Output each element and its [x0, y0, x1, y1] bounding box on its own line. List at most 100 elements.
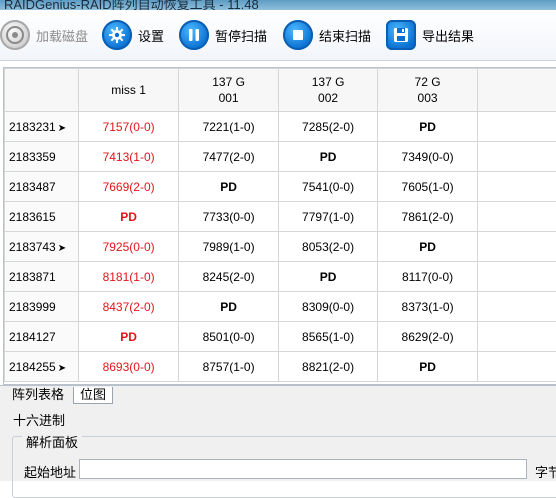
array-table: miss 1 137 G001 137 G002 72 G003 2183231…: [4, 68, 556, 382]
grid-cell[interactable]: 7989(1-0): [179, 232, 278, 262]
table-row[interactable]: 21834877669(2-0)PD7541(0-0)7605(1-0): [5, 172, 556, 202]
column-header[interactable]: 137 G002: [278, 69, 377, 112]
row-header[interactable]: 2183231➤: [5, 112, 79, 142]
grid-cell[interactable]: 8757(1-0): [179, 352, 278, 382]
column-header[interactable]: miss 1: [78, 69, 178, 112]
grid-cell[interactable]: 8821(2-0): [278, 352, 377, 382]
row-header[interactable]: 2183615: [5, 202, 79, 232]
bytes-label: 字节: [535, 462, 556, 481]
table-row[interactable]: 2183743➤7925(0-0)7989(1-0)8053(2-0)PD: [5, 232, 556, 262]
grid-cell[interactable]: 8181(1-0): [78, 262, 178, 292]
grid-cell[interactable]: 8373(1-0): [378, 292, 477, 322]
corner-header: [5, 69, 79, 112]
table-row[interactable]: 21838718181(1-0)8245(2-0)PD8117(0-0): [5, 262, 556, 292]
toolbar: 加载磁盘 设置 暂停扫描 结束扫描 导出结果: [0, 10, 556, 61]
window-titlebar: RAIDGenius-RAID阵列自动恢复工具 - 11.48: [0, 0, 556, 10]
load-disk-label: 加载磁盘: [36, 26, 88, 45]
grid-cell[interactable]: 8117(0-0): [378, 262, 477, 292]
grid-cell[interactable]: 8309(0-0): [278, 292, 377, 322]
row-marker-icon: ➤: [58, 123, 66, 134]
empty-cell: [477, 202, 556, 232]
start-address-input[interactable]: [79, 459, 527, 479]
empty-cell: [477, 262, 556, 292]
table-row[interactable]: 2183231➤7157(0-0)7221(1-0)7285(2-0)PD: [5, 112, 556, 142]
floppy-save-icon: [386, 20, 416, 50]
hex-panel: 十六进制 解析面板 起始地址 字节: [0, 404, 556, 481]
grid-cell[interactable]: PD: [278, 262, 377, 292]
settings-label: 设置: [138, 26, 164, 45]
grid-cell[interactable]: 7349(0-0): [378, 142, 477, 172]
grid-cell[interactable]: PD: [278, 142, 377, 172]
parse-panel-title: 解析面板: [22, 432, 82, 451]
empty-cell: [477, 172, 556, 202]
grid-cell[interactable]: 7925(0-0): [78, 232, 178, 262]
grid-cell[interactable]: 8565(1-0): [278, 322, 377, 352]
grid-cell[interactable]: 7477(2-0): [179, 142, 278, 172]
column-header[interactable]: 137 G001: [179, 69, 278, 112]
table-row[interactable]: 2184255➤8693(0-0)8757(1-0)8821(2-0)PD: [5, 352, 556, 382]
pause-icon: [179, 20, 209, 50]
view-tabs: 阵列表格 位图: [0, 385, 556, 404]
grid-cell[interactable]: 7413(1-0): [78, 142, 178, 172]
row-header[interactable]: 2184127: [5, 322, 79, 352]
row-marker-icon: ➤: [58, 363, 66, 374]
grid-cell[interactable]: 7541(0-0): [278, 172, 377, 202]
tab-array-table[interactable]: 阵列表格: [6, 387, 70, 403]
gear-icon: [102, 20, 132, 50]
grid-cell[interactable]: PD: [78, 202, 178, 232]
load-disk-button[interactable]: 加载磁盘: [0, 19, 88, 51]
header-row: miss 1 137 G001 137 G002 72 G003: [5, 69, 556, 112]
grid-cell[interactable]: PD: [78, 322, 178, 352]
empty-header: [477, 69, 556, 112]
empty-cell: [477, 112, 556, 142]
grid-cell[interactable]: PD: [378, 352, 477, 382]
empty-cell: [477, 292, 556, 322]
grid-cell[interactable]: 8437(2-0): [78, 292, 178, 322]
stop-scan-label: 结束扫描: [319, 26, 371, 45]
row-header[interactable]: 2183999: [5, 292, 79, 322]
start-address-label: 起始地址: [24, 462, 76, 481]
tab-bitmap[interactable]: 位图: [73, 387, 113, 404]
empty-cell: [477, 142, 556, 172]
row-header[interactable]: 2183871: [5, 262, 79, 292]
grid-cell[interactable]: 8053(2-0): [278, 232, 377, 262]
grid-cell[interactable]: PD: [378, 232, 477, 262]
empty-cell: [477, 352, 556, 382]
settings-button[interactable]: 设置: [102, 19, 164, 51]
grid-cell[interactable]: 8629(2-0): [378, 322, 477, 352]
window-title: RAIDGenius-RAID阵列自动恢复工具 - 11.48: [4, 0, 259, 10]
grid-cell[interactable]: 8693(0-0): [78, 352, 178, 382]
grid-cell[interactable]: 7157(0-0): [78, 112, 178, 142]
stop-scan-button[interactable]: 结束扫描: [283, 19, 371, 51]
pause-scan-button[interactable]: 暂停扫描: [179, 19, 267, 51]
row-header[interactable]: 2183359: [5, 142, 79, 172]
grid-cell[interactable]: 7733(0-0): [179, 202, 278, 232]
column-header[interactable]: 72 G003: [378, 69, 477, 112]
table-row[interactable]: 2184127PD8501(0-0)8565(1-0)8629(2-0): [5, 322, 556, 352]
row-header[interactable]: 2183743➤: [5, 232, 79, 262]
grid-cell[interactable]: 7221(1-0): [179, 112, 278, 142]
grid-cell[interactable]: 7285(2-0): [278, 112, 377, 142]
disk-icon: [0, 20, 30, 50]
array-grid[interactable]: miss 1 137 G001 137 G002 72 G003 2183231…: [3, 67, 556, 385]
grid-cell[interactable]: PD: [179, 292, 278, 322]
empty-cell: [477, 232, 556, 262]
stop-icon: [283, 20, 313, 50]
table-row[interactable]: 21833597413(1-0)7477(2-0)PD7349(0-0): [5, 142, 556, 172]
table-row[interactable]: 2183615PD7733(0-0)7797(1-0)7861(2-0): [5, 202, 556, 232]
grid-cell[interactable]: 8245(2-0): [179, 262, 278, 292]
grid-cell[interactable]: PD: [179, 172, 278, 202]
row-header[interactable]: 2183487: [5, 172, 79, 202]
row-marker-icon: ➤: [58, 243, 66, 254]
row-header[interactable]: 2184255➤: [5, 352, 79, 382]
grid-cell[interactable]: 7605(1-0): [378, 172, 477, 202]
grid-cell[interactable]: 7797(1-0): [278, 202, 377, 232]
table-row[interactable]: 21839998437(2-0)PD8309(0-0)8373(1-0): [5, 292, 556, 322]
grid-cell[interactable]: 8501(0-0): [179, 322, 278, 352]
export-results-button[interactable]: 导出结果: [386, 19, 474, 51]
grid-cell[interactable]: 7861(2-0): [378, 202, 477, 232]
grid-cell[interactable]: 7669(2-0): [78, 172, 178, 202]
grid-cell[interactable]: PD: [378, 112, 477, 142]
empty-cell: [477, 322, 556, 352]
pause-scan-label: 暂停扫描: [215, 26, 267, 45]
